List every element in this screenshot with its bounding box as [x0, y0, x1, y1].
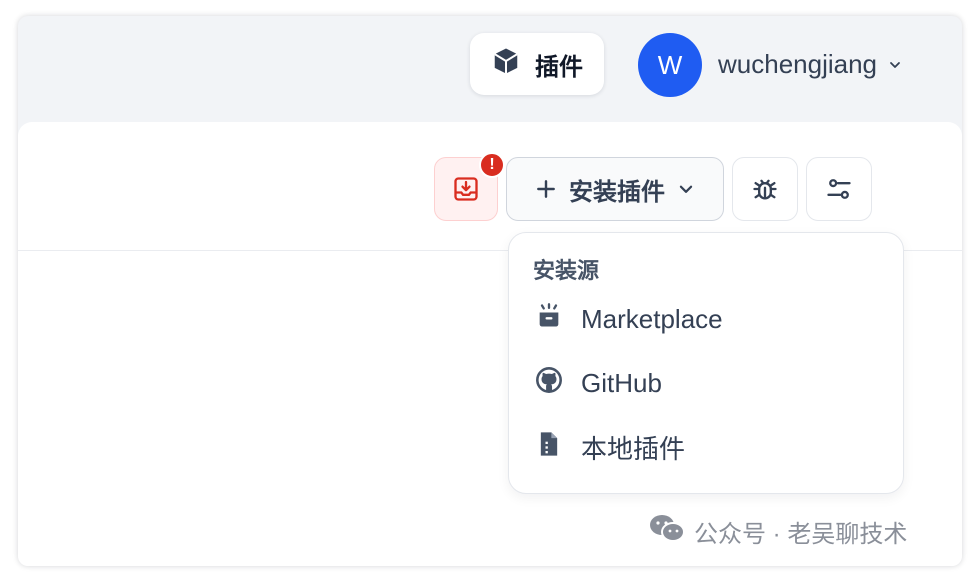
menu-item-local-plugin[interactable]: 本地插件	[509, 419, 903, 475]
menu-item-github[interactable]: GitHub	[509, 355, 903, 411]
menu-item-label: 本地插件	[581, 433, 686, 464]
plus-icon	[535, 178, 557, 200]
marketplace-icon	[535, 302, 563, 337]
debug-button[interactable]	[732, 157, 798, 221]
app-window: 插件 W wuchengjiang ! 安装插件 安装源 Marketplace…	[18, 16, 962, 566]
chevron-down-icon	[677, 180, 695, 198]
avatar-letter: W	[657, 49, 683, 80]
dropdown-title: 安装源	[533, 258, 600, 283]
top-bar: 插件 W wuchengjiang	[18, 16, 962, 122]
main-content: ! 安装插件 安装源 Marketplace GitHub 本地插件	[18, 122, 962, 566]
install-plugin-button[interactable]: 安装插件	[506, 157, 724, 221]
wechat-icon	[648, 512, 686, 551]
bug-icon	[751, 175, 779, 203]
avatar[interactable]: W	[638, 33, 702, 97]
chevron-down-icon	[887, 49, 903, 80]
github-icon	[535, 366, 563, 401]
install-plugin-label: 安装插件	[569, 178, 665, 206]
tray-download-icon	[452, 175, 480, 203]
local-file-icon	[535, 430, 563, 465]
watermark-text: 公众号 · 老吴聊技术	[694, 520, 908, 548]
plugins-label: 插件	[535, 53, 583, 81]
install-source-dropdown: 安装源 Marketplace GitHub 本地插件	[508, 232, 904, 494]
cube-icon	[491, 46, 521, 83]
settings-button[interactable]	[806, 157, 872, 221]
username: wuchengjiang	[718, 48, 878, 79]
user-menu[interactable]: wuchengjiang	[718, 44, 903, 84]
menu-item-marketplace[interactable]: Marketplace	[509, 291, 903, 347]
sliders-icon	[825, 175, 853, 203]
notification-badge: !	[479, 152, 505, 178]
menu-item-label: GitHub	[581, 367, 662, 398]
watermark: 公众号 · 老吴聊技术	[648, 511, 907, 551]
plugins-button[interactable]: 插件	[470, 33, 604, 95]
menu-item-label: Marketplace	[581, 303, 723, 334]
